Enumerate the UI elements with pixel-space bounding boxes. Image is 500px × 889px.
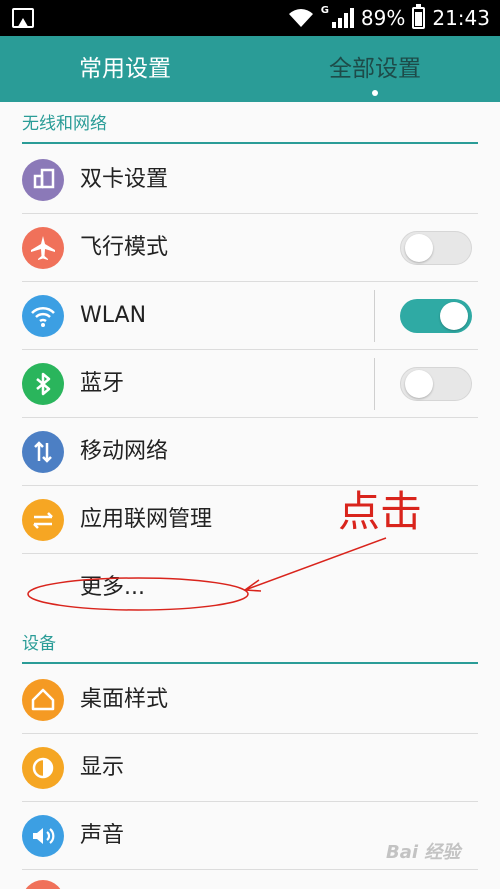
divider [374, 290, 375, 342]
battery-percent: 89% [360, 6, 406, 30]
divider [374, 358, 375, 410]
network-type: G [320, 5, 329, 16]
row-label: 声音 [80, 823, 125, 848]
row-more[interactable]: 更多... [22, 554, 478, 622]
toggle-knob [405, 234, 433, 262]
row-label: 飞行模式 [80, 235, 169, 260]
tab-common-settings[interactable]: 常用设置 [0, 36, 250, 102]
row-desktop-style[interactable]: 桌面样式 [22, 666, 478, 734]
next-row-icon-partial [22, 880, 64, 889]
tab-indicator [372, 90, 378, 96]
bluetooth-toggle[interactable] [400, 367, 472, 401]
row-dual-sim[interactable]: 双卡设置 [22, 146, 478, 214]
row-label: 桌面样式 [80, 687, 169, 712]
mobile-data-icon [22, 431, 64, 473]
app-network-icon [22, 499, 64, 541]
dual-sim-icon [22, 159, 64, 201]
row-bluetooth[interactable]: 蓝牙 [22, 350, 478, 418]
toggle-knob [405, 370, 433, 398]
row-label: WLAN [80, 303, 147, 328]
sound-icon [22, 815, 64, 857]
battery-icon [412, 4, 426, 29]
row-label: 双卡设置 [80, 167, 169, 192]
airplane-mode-toggle[interactable] [400, 231, 472, 265]
wlan-toggle[interactable] [400, 299, 472, 333]
row-airplane-mode[interactable]: 飞行模式 [22, 214, 478, 282]
picture-icon [12, 8, 34, 28]
row-label: 应用联网管理 [80, 507, 213, 532]
row-label: 蓝牙 [80, 371, 125, 396]
bluetooth-icon [22, 363, 64, 405]
toggle-knob [440, 302, 468, 330]
row-label: 移动网络 [80, 439, 169, 464]
status-right: G 89% 21:43 [288, 0, 490, 36]
status-bar: G 89% 21:43 [0, 0, 500, 36]
row-display[interactable]: 显示 [22, 734, 478, 802]
signal-icon [331, 8, 354, 28]
airplane-icon [22, 227, 64, 269]
row-mobile-network[interactable]: 移动网络 [22, 418, 478, 486]
wifi-icon [22, 295, 64, 337]
home-icon [22, 679, 64, 721]
row-wlan[interactable]: WLAN [22, 282, 478, 350]
section-header-wireless: 无线和网络 [22, 104, 478, 144]
watermark: Bai 经验 [386, 842, 461, 863]
annotation-text: 点击 [338, 487, 423, 536]
row-label: 显示 [80, 755, 125, 780]
section-header-device: 设备 [22, 624, 478, 664]
wifi-icon [288, 9, 313, 27]
clock: 21:43 [432, 6, 490, 30]
row-label: 更多... [80, 575, 145, 600]
settings-tabs: 常用设置 全部设置 [0, 36, 500, 102]
display-icon [22, 747, 64, 789]
